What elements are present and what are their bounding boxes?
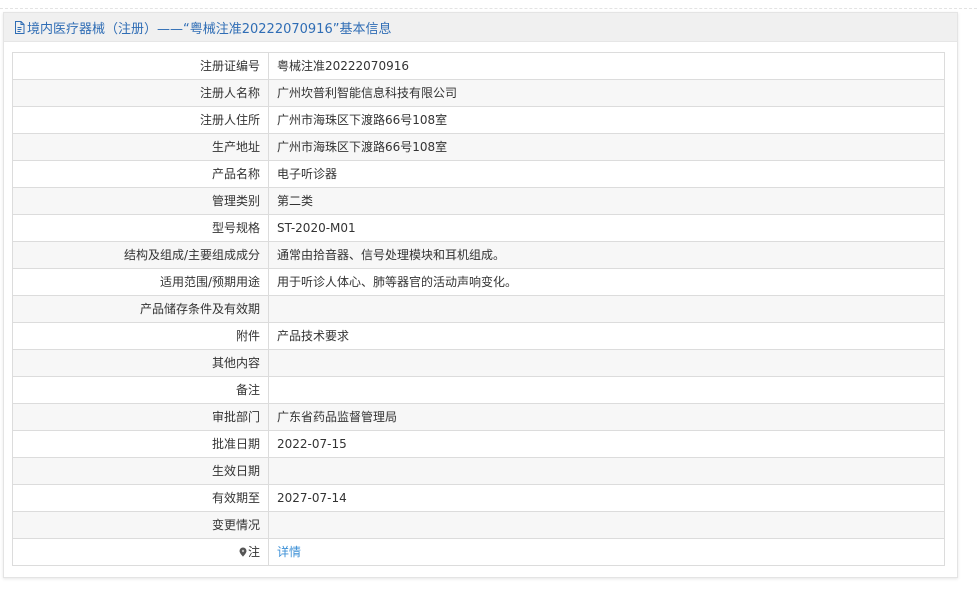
field-value: ST-2020-M01: [268, 214, 945, 242]
field-label-cell: 注: [12, 538, 269, 566]
field-label: 注册证编号: [12, 52, 269, 80]
field-value-cell: 详情: [268, 538, 945, 566]
document-icon: [14, 20, 25, 34]
row-storage-validity: 产品储存条件及有效期: [12, 295, 945, 323]
field-label: 生产地址: [12, 133, 269, 161]
row-approval-department: 审批部门 广东省药品监督管理局: [12, 403, 945, 431]
row-other-content: 其他内容: [12, 349, 945, 377]
detail-link[interactable]: 详情: [277, 545, 301, 559]
field-value: [268, 295, 945, 323]
row-effective-date: 生效日期: [12, 457, 945, 485]
pin-icon: [239, 540, 247, 557]
field-value: [268, 349, 945, 377]
field-value: 广州坎普利智能信息科技有限公司: [268, 79, 945, 107]
field-label: 适用范围/预期用途: [12, 268, 269, 296]
field-value: 用于听诊人体心、肺等器官的活动声响变化。: [268, 268, 945, 296]
row-model-spec: 型号规格 ST-2020-M01: [12, 214, 945, 242]
row-registration-number: 注册证编号 粤械注准20222070916: [12, 52, 945, 80]
field-label: 变更情况: [12, 511, 269, 539]
row-attachment: 附件 产品技术要求: [12, 322, 945, 350]
field-value: [268, 511, 945, 539]
row-structure-composition: 结构及组成/主要组成成分 通常由拾音器、信号处理模块和耳机组成。: [12, 241, 945, 269]
row-product-name: 产品名称 电子听诊器: [12, 160, 945, 188]
top-divider: [0, 8, 977, 9]
field-value: 2027-07-14: [268, 484, 945, 512]
field-value: [268, 376, 945, 404]
field-value: 电子听诊器: [268, 160, 945, 188]
field-value: 广东省药品监督管理局: [268, 403, 945, 431]
info-panel: 境内医疗器械（注册）——“粤械注准20222070916”基本信息 注册证编号 …: [3, 12, 958, 578]
field-label: 结构及组成/主要组成成分: [12, 241, 269, 269]
panel-header: 境内医疗器械（注册）——“粤械注准20222070916”基本信息: [4, 13, 957, 42]
field-value: 广州市海珠区下渡路66号108室: [268, 106, 945, 134]
field-label: 附件: [12, 322, 269, 350]
row-intended-use: 适用范围/预期用途 用于听诊人体心、肺等器官的活动声响变化。: [12, 268, 945, 296]
field-label: 批准日期: [12, 430, 269, 458]
field-label: 注: [247, 545, 260, 559]
row-management-category: 管理类别 第二类: [12, 187, 945, 215]
field-label: 产品储存条件及有效期: [12, 295, 269, 323]
field-label: 型号规格: [12, 214, 269, 242]
page-title: 境内医疗器械（注册）——“粤械注准20222070916”基本信息: [27, 21, 392, 37]
row-remarks: 备注: [12, 376, 945, 404]
row-production-address: 生产地址 广州市海珠区下渡路66号108室: [12, 133, 945, 161]
field-label: 审批部门: [12, 403, 269, 431]
field-label: 注册人名称: [12, 79, 269, 107]
row-registrant-name: 注册人名称 广州坎普利智能信息科技有限公司: [12, 79, 945, 107]
field-value: 通常由拾音器、信号处理模块和耳机组成。: [268, 241, 945, 269]
field-label: 其他内容: [12, 349, 269, 377]
field-value: 第二类: [268, 187, 945, 215]
row-valid-until: 有效期至 2027-07-14: [12, 484, 945, 512]
field-value: 粤械注准20222070916: [268, 52, 945, 80]
field-label: 有效期至: [12, 484, 269, 512]
info-table: 注册证编号 粤械注准20222070916 注册人名称 广州坎普利智能信息科技有…: [12, 52, 945, 566]
field-value: [268, 457, 945, 485]
field-label: 产品名称: [12, 160, 269, 188]
field-label: 备注: [12, 376, 269, 404]
field-label: 注册人住所: [12, 106, 269, 134]
row-approval-date: 批准日期 2022-07-15: [12, 430, 945, 458]
field-label: 生效日期: [12, 457, 269, 485]
field-label: 管理类别: [12, 187, 269, 215]
field-value: 2022-07-15: [268, 430, 945, 458]
row-note: 注 详情: [12, 538, 945, 566]
row-change-status: 变更情况: [12, 511, 945, 539]
field-value: 产品技术要求: [268, 322, 945, 350]
field-value: 广州市海珠区下渡路66号108室: [268, 133, 945, 161]
row-registrant-address: 注册人住所 广州市海珠区下渡路66号108室: [12, 106, 945, 134]
